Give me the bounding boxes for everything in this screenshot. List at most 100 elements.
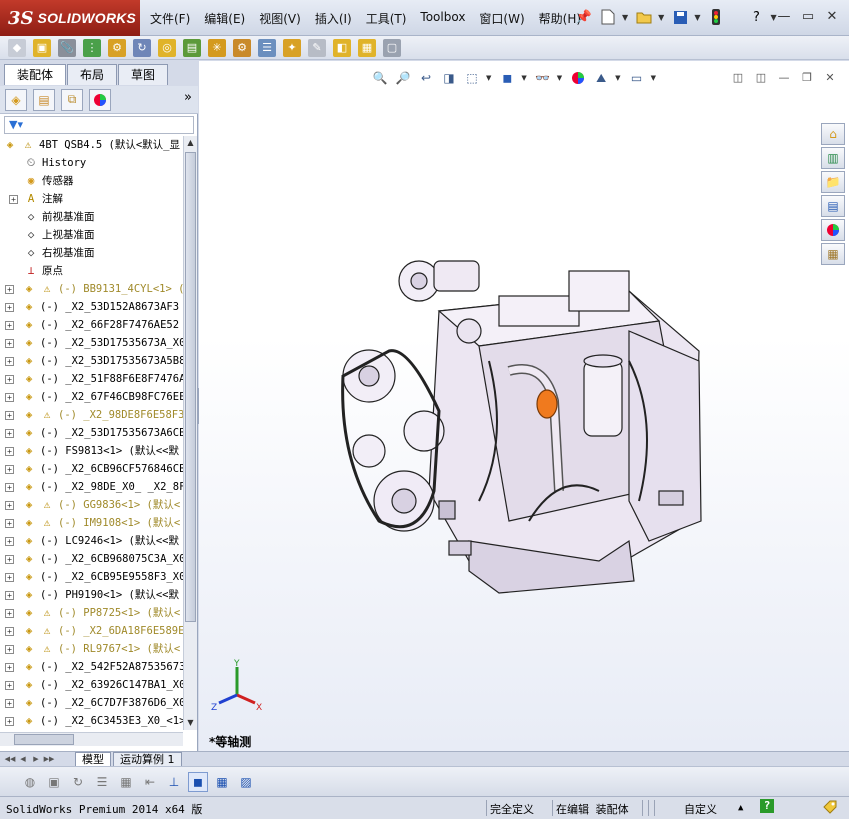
tree-item[interactable]: + ◈ (-) LC9246<1> (默认<<默 xyxy=(0,532,183,550)
tree-item[interactable]: + ◈ (-) _X2_542F52A87535673 xyxy=(0,658,183,676)
doc-restore-icon[interactable]: ❐ xyxy=(798,71,816,85)
tree-item[interactable]: + ◈ (-) _X2_98DE_X0_ _X2_8F xyxy=(0,478,183,496)
expand-toggle-icon[interactable]: + xyxy=(5,555,14,564)
expand-toggle-icon[interactable]: + xyxy=(5,681,14,690)
tag-icon[interactable] xyxy=(822,799,838,818)
first-tab-icon[interactable]: ◀◀ xyxy=(4,753,16,766)
instant3d-icon[interactable]: ▢ xyxy=(383,38,401,57)
expand-toggle-icon[interactable]: + xyxy=(5,447,14,456)
move-component-icon[interactable]: ↻ xyxy=(133,38,151,57)
menu-edit[interactable]: 编辑(E) xyxy=(204,10,245,27)
apply-scene-dropdown-icon[interactable]: ▼ xyxy=(615,74,620,82)
view-orientation-icon[interactable]: ⬚ xyxy=(463,69,481,87)
help-icon[interactable]: ? xyxy=(746,7,766,27)
tree-item[interactable]: + ◈ ⚠ (-) RL9767<1> (默认< xyxy=(0,640,183,658)
assembly-features-icon[interactable]: ▤ xyxy=(183,38,201,57)
expand-toggle-icon[interactable]: + xyxy=(5,717,14,726)
previous-view-icon[interactable]: ↩ xyxy=(417,69,435,87)
clearance-verification-icon[interactable]: ▦ xyxy=(358,38,376,57)
tree-item[interactable]: ◉ 传感器 xyxy=(0,172,183,190)
view-settings-icon[interactable]: ▭ xyxy=(628,69,646,87)
zoom-to-area-icon[interactable]: 🔎 xyxy=(394,69,412,87)
menu-view[interactable]: 视图(V) xyxy=(259,10,301,27)
save-dropdown-icon[interactable]: ▼ xyxy=(694,13,700,22)
tab-sketch[interactable]: 草图 xyxy=(118,64,169,85)
scroll-thumb[interactable] xyxy=(185,152,196,622)
menu-window[interactable]: 窗口(W) xyxy=(479,10,524,27)
table-icon[interactable]: ▦ xyxy=(116,772,136,792)
tree-item[interactable]: + ◈ (-) _X2_6CB96CF576846CB xyxy=(0,460,183,478)
close-icon[interactable]: ✕ xyxy=(821,8,843,26)
split-left-icon[interactable]: ◫ xyxy=(729,71,747,85)
tree-item[interactable]: + ◈ (-) FS9813<1> (默认<<默 xyxy=(0,442,183,460)
tree-item[interactable]: + ◈ ⚠ (-) IM9108<1> (默认< xyxy=(0,514,183,532)
smart-fasteners-icon[interactable]: ⚙ xyxy=(108,38,126,57)
restore-icon[interactable]: ▭ xyxy=(797,8,819,26)
open-folder-icon[interactable] xyxy=(634,7,654,27)
graphics-area[interactable]: 🔍 🔎 ↩ ◨ ⬚ ▼ ◼ ▼ 👓 ▼ ⛰ ▼ ▭ ▼ ◫ ◫ — ❐ ✕ ⌂ xyxy=(199,61,849,751)
tree-item[interactable]: + ◈ ⚠ (-) GG9836<1> (默认< xyxy=(0,496,183,514)
reference-geometry-icon[interactable]: ✳ xyxy=(208,38,226,57)
expand-toggle-icon[interactable]: + xyxy=(5,429,14,438)
tree-item[interactable]: ◇ 前视基准面 xyxy=(0,208,183,226)
view-settings-dropdown-icon[interactable]: ▼ xyxy=(651,74,656,82)
view-orientation-dropdown-icon[interactable]: ▼ xyxy=(486,74,491,82)
expand-toggle-icon[interactable]: + xyxy=(5,303,14,312)
expand-toggle-icon[interactable]: + xyxy=(5,393,14,402)
filter-icon[interactable]: ▼▾ xyxy=(9,118,23,131)
tree-item[interactable]: + ◈ (-) _X2_53D17535673A5B8 xyxy=(0,352,183,370)
tab-motion-study[interactable]: 运动算例 1 xyxy=(113,752,182,766)
zoom-to-fit-icon[interactable]: 🔍 xyxy=(371,69,389,87)
expand-toggle-icon[interactable]: + xyxy=(5,375,14,384)
list-view-icon[interactable]: ☰ xyxy=(92,772,112,792)
tree-item[interactable]: + ◈ ⚠ (-) BB9131_4CYL<1> (默 xyxy=(0,280,183,298)
expand-toggle-icon[interactable]: + xyxy=(5,285,14,294)
expand-toggle-icon[interactable]: + xyxy=(5,465,14,474)
expand-toggle-icon[interactable]: + xyxy=(5,411,14,420)
hide-show-dropdown-icon[interactable]: ▼ xyxy=(557,74,562,82)
rotate-icon[interactable]: ↻ xyxy=(68,772,88,792)
tree-item[interactable]: ◈ ⚠ 4BT QSB4.5 (默认<默认_显 xyxy=(0,136,183,154)
save-icon[interactable] xyxy=(670,7,690,27)
tree-item[interactable]: + ◈ (-) _X2_53D17535673A_X0 xyxy=(0,334,183,352)
tree-vertical-scrollbar[interactable]: ▲ ▼ xyxy=(183,136,197,730)
status-help-icon[interactable]: ? xyxy=(760,799,774,813)
new-dropdown-icon[interactable]: ▼ xyxy=(622,13,628,22)
graph-icon[interactable]: ⊥ xyxy=(164,772,184,792)
display-style-icon[interactable]: ◼ xyxy=(498,69,516,87)
mate-icon[interactable]: 📎 xyxy=(58,38,76,57)
expand-manager-icon[interactable]: » xyxy=(184,90,192,105)
tree-item[interactable]: ◇ 上视基准面 xyxy=(0,226,183,244)
expand-toggle-icon[interactable]: + xyxy=(5,609,14,618)
hidden-lines-removed-icon[interactable]: ▣ xyxy=(44,772,64,792)
tab-layout[interactable]: 布局 xyxy=(67,64,118,85)
tree-item[interactable]: + ◈ ⚠ (-) _X2_6DA18F6E589E xyxy=(0,622,183,640)
expand-toggle-icon[interactable]: + xyxy=(9,195,18,204)
last-tab-icon[interactable]: ▶▶ xyxy=(43,753,55,766)
expand-toggle-icon[interactable]: + xyxy=(5,591,14,600)
expand-toggle-icon[interactable]: + xyxy=(5,519,14,528)
expand-toggle-icon[interactable]: + xyxy=(5,645,14,654)
tree-item[interactable]: + ◈ (-) _X2_51F88F6E8F7476A xyxy=(0,370,183,388)
open-dropdown-icon[interactable]: ▼ xyxy=(658,13,664,22)
view-palette-icon[interactable]: ▤ xyxy=(821,195,845,217)
menu-toolbox[interactable]: Toolbox xyxy=(420,10,465,27)
traffic-light-icon[interactable] xyxy=(706,7,726,27)
explode-line-sketch-icon[interactable]: ✎ xyxy=(308,38,326,57)
expand-toggle-icon[interactable]: + xyxy=(5,321,14,330)
tree-item[interactable]: + ◈ (-) _X2_67F46CB98FC76EE xyxy=(0,388,183,406)
save-view-icon[interactable]: ▨ xyxy=(236,772,256,792)
propertymanager-icon[interactable]: ▤ xyxy=(33,88,55,111)
3d-view-icon[interactable]: ◼ xyxy=(188,771,208,792)
next-tab-icon[interactable]: ▶ xyxy=(30,753,42,766)
align-icon[interactable]: ⇤ xyxy=(140,772,160,792)
expand-toggle-icon[interactable]: + xyxy=(5,501,14,510)
expand-toggle-icon[interactable]: + xyxy=(5,663,14,672)
file-explorer-icon[interactable]: 📁 xyxy=(821,171,845,193)
hscroll-thumb[interactable] xyxy=(14,734,74,745)
configurationmanager-icon[interactable]: ⧉ xyxy=(61,88,83,111)
grid-view-icon[interactable]: ▦ xyxy=(212,772,232,792)
shaded-icon[interactable]: ◍ xyxy=(20,772,40,792)
tree-item[interactable]: + ◈ (-) _X2_53D17535673A6CB xyxy=(0,424,183,442)
tree-item[interactable]: + ◈ ⚠ (-) _X2_98DE8F6E58F3 xyxy=(0,406,183,424)
